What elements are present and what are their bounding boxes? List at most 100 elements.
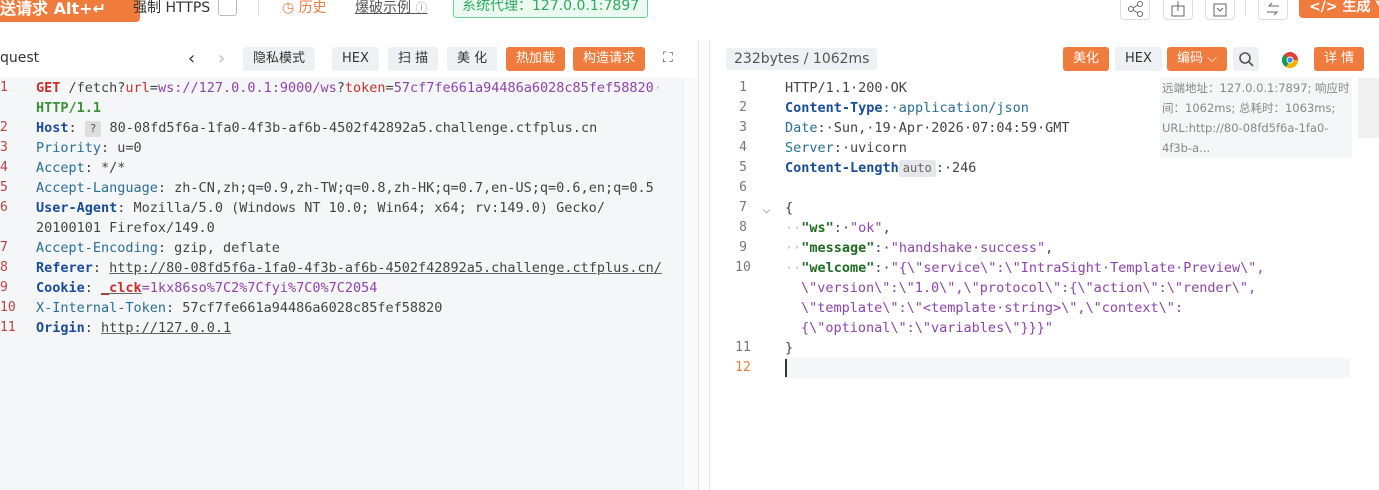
- divider: [258, 0, 259, 16]
- request-path: /fetch?: [60, 80, 126, 96]
- chevron-left-icon[interactable]: ‹: [188, 48, 195, 69]
- cookie-value: =1kx86so%7C2%7Cfyi%7C0%7C2054: [141, 280, 378, 296]
- line-number: 9: [0, 280, 8, 295]
- line-number: 7: [0, 240, 8, 255]
- request-scrollbar[interactable]: [683, 78, 698, 490]
- brute-example-link[interactable]: 爆破示例 ⓘ: [355, 0, 427, 17]
- download-icon[interactable]: [1205, 0, 1235, 20]
- json-value-cont: \"version\":\"1.0\",\"protocol\":{\"acti…: [801, 280, 1257, 296]
- header-value: : gzip, deflate: [157, 240, 280, 256]
- build-request-button[interactable]: 构造请求: [573, 47, 646, 71]
- force-https-checkbox[interactable]: [218, 0, 237, 16]
- history-button[interactable]: ◷ 历史: [282, 0, 327, 17]
- chevron-down-icon[interactable]: ⌵: [763, 202, 770, 216]
- header-key: Origin: [36, 320, 85, 336]
- header-separator: :: [84, 320, 102, 336]
- header-key: Accept: [36, 160, 85, 176]
- header-key: Referer: [36, 260, 93, 276]
- privacy-mode-button[interactable]: 隐私模式: [243, 47, 316, 71]
- line-number: 2: [739, 100, 747, 115]
- whitespace-marker: ·: [653, 80, 662, 96]
- history-label: 历史: [298, 0, 327, 16]
- response-panel: 232bytes / 1062ms 美化 HEX 编码 ⌵ 详 情 1 2 3 …: [709, 40, 1379, 490]
- request-line: GET /fetch?url=ws://127.0.0.1:9000/ws?to…: [36, 80, 662, 96]
- header-key: Host: [36, 120, 69, 136]
- param-value: ws://127.0.0.1:9000/ws: [157, 80, 337, 96]
- json-value-cont: {\"optional\":\"variables\"}}}": [801, 320, 1053, 336]
- swap-icon[interactable]: [1258, 0, 1288, 20]
- minimap[interactable]: [1358, 78, 1379, 138]
- hex-button[interactable]: HEX: [332, 47, 379, 71]
- system-proxy-badge[interactable]: 系统代理：127.0.0.1:7897: [453, 0, 649, 18]
- detail-button[interactable]: 详 情: [1314, 47, 1365, 71]
- send-request-label: 送请求 Alt+↵: [0, 0, 106, 18]
- current-line-highlight: [785, 358, 1350, 378]
- help-badge[interactable]: ?: [84, 121, 102, 137]
- param-key: url: [125, 80, 150, 96]
- encoding-dropdown[interactable]: 编码 ⌵: [1167, 47, 1227, 71]
- json-close-brace: }: [785, 340, 794, 356]
- header-referer: Referer: http://80-08fd5f6a-1fa0-4f3b-af…: [36, 260, 662, 276]
- header-value: :·application/json: [882, 100, 1029, 116]
- header-internal-token: X-Internal-Token: 57cf7fe661a94486a6028c…: [36, 300, 442, 316]
- header-key: Content-Length: [785, 160, 899, 176]
- header-accept: Accept: */*: [36, 160, 125, 176]
- line-number: 11: [735, 340, 751, 355]
- json-value-cont: \"template\":\"<template·string>\",\"con…: [801, 300, 1184, 316]
- json-value: "ok": [850, 220, 883, 236]
- line-number: 7: [739, 200, 747, 215]
- header-key: Content-Type: [785, 100, 883, 116]
- line-number: 3: [0, 140, 8, 155]
- chrome-icon[interactable]: [1281, 51, 1299, 73]
- json-value: "{\"service\":\"IntraSight·Template·Prev…: [890, 260, 1265, 276]
- header-key: Cookie: [36, 280, 85, 296]
- header-value: : u=0: [101, 140, 142, 156]
- header-key: X-Internal-Token: [36, 300, 167, 316]
- line-number: 1: [0, 80, 8, 95]
- text-caret: [785, 359, 787, 377]
- referer-link[interactable]: http://80-08fd5f6a-1fa0-4f3b-af6b-4502f4…: [109, 260, 662, 276]
- header-value: 80-08fd5f6a-1fa0-4f3b-af6b-4502f42892a5.…: [101, 120, 598, 136]
- export-icon[interactable]: [1163, 0, 1193, 20]
- line-number: 4: [739, 140, 747, 155]
- header-value: :·246: [935, 160, 977, 176]
- request-toolbar: quest ‹ › 隐私模式 HEX 扫 描 美 化 热加载 构造请求 ⛶: [0, 40, 698, 79]
- json-key: "message": [801, 240, 875, 256]
- send-request-button[interactable]: 送请求 Alt+↵: [0, 0, 140, 22]
- line-number: 6: [739, 180, 747, 195]
- hot-load-button[interactable]: 热加载: [506, 47, 566, 71]
- header-value: :·Sun,·19·Apr·2026·07:04:59·GMT: [817, 120, 1070, 136]
- chevron-right-icon[interactable]: ›: [218, 48, 225, 69]
- header-accept-language: Accept-Language: zh-CN,zh;q=0.9,zh-TW;q=…: [36, 180, 654, 196]
- header-user-agent: User-Agent: Mozilla/5.0 (Windows NT 10.0…: [36, 200, 605, 216]
- beautify-button[interactable]: 美 化: [447, 47, 498, 71]
- line-number: 1: [739, 80, 747, 95]
- json-open-brace: {: [785, 200, 794, 216]
- cookie-name: _clck: [101, 280, 142, 296]
- beautify-button[interactable]: 美化: [1063, 47, 1110, 71]
- line-number: 4: [0, 160, 8, 175]
- header-separator: :: [84, 280, 102, 296]
- json-line-ws: ··"ws":·"ok",: [785, 220, 891, 236]
- header-value: :·uvicorn: [833, 140, 907, 156]
- scan-button[interactable]: 扫 描: [388, 47, 439, 71]
- line-number: 9: [739, 240, 747, 255]
- header-key: Server: [785, 140, 834, 156]
- json-key: "ws": [801, 220, 834, 236]
- header-separator: :: [92, 260, 110, 276]
- generate-button[interactable]: </> 生成 Y: [1299, 0, 1379, 18]
- origin-link[interactable]: http://127.0.0.1: [101, 320, 231, 336]
- expand-icon[interactable]: ⛶: [663, 50, 673, 66]
- param-value: 57cf7fe661a94486a6028c85fef58820: [393, 80, 654, 96]
- header-value: : 57cf7fe661a94486a6028c85fef58820: [166, 300, 443, 316]
- request-editor[interactable]: 1 2 3 4 5 6 7 8 9 10 11 GET /fetch?url=w…: [0, 78, 683, 490]
- share-icon[interactable]: [1120, 0, 1150, 20]
- line-number: 6: [0, 200, 8, 215]
- response-meta-info: 远端地址：127.0.0.1:7897; 响应时间：1062ms; 总耗时：10…: [1160, 78, 1352, 158]
- header-cookie: Cookie: _clck=1kx86so%7C2%7Cfyi%7C0%7C20…: [36, 280, 377, 296]
- hex-button[interactable]: HEX: [1115, 47, 1162, 71]
- force-https-label: 强制 HTTPS: [133, 0, 211, 16]
- line-number: 10: [0, 300, 16, 315]
- panel-title: quest: [0, 50, 40, 66]
- search-icon[interactable]: [1233, 47, 1259, 71]
